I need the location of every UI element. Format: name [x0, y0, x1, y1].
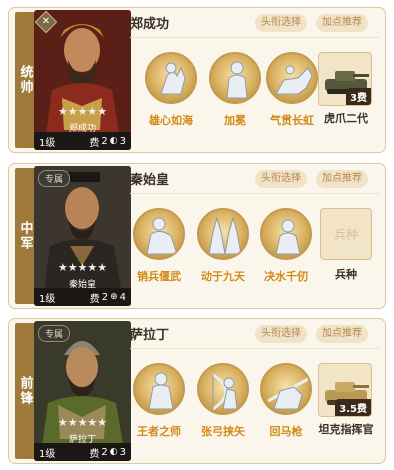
star-rating: ★★★★★	[57, 416, 108, 429]
title-select-button[interactable]: 头衔选择	[255, 170, 307, 188]
points-recommend-button[interactable]: 加点推荐	[316, 170, 368, 188]
skill-icon-3[interactable]	[266, 52, 318, 104]
troop-count: 3	[119, 446, 126, 458]
level-text: 1级	[39, 137, 56, 149]
cost-label: 费	[89, 137, 100, 149]
archer-icon	[212, 373, 238, 411]
cost-value: 2	[101, 446, 108, 458]
level-text: 1级	[39, 448, 56, 460]
exclusive-tag: 专属	[38, 325, 71, 342]
lineup-card-3: 前锋 专属 ★★★★★ 萨拉丁 1级 费 2 ◐ 3 萨拉丁 头衔选择 加点推荐…	[8, 318, 386, 464]
position-label: 中军	[15, 168, 35, 304]
portrait-footer: 1级 费 2 ◐ 3	[34, 443, 131, 461]
skill-icon-1[interactable]	[133, 363, 185, 415]
position-label: 前锋	[15, 323, 35, 459]
troop-type-label: 兵种	[335, 268, 357, 281]
portrait-footer: 1级 费 2 ◐ 3	[34, 132, 131, 150]
skill-label-2: 加冕	[224, 114, 246, 127]
hero-name: 秦始皇	[130, 173, 170, 188]
cost-label: 费	[89, 448, 100, 460]
divider	[130, 348, 379, 349]
points-recommend-button[interactable]: 加点推荐	[316, 14, 368, 32]
warrior-icon	[226, 61, 248, 99]
cost-info: 费 2 ◐ 3	[89, 134, 126, 149]
lineup-card-2: 中军 专属 ★★★★★ 秦始皇 1级 费 2 ⊕ 4 秦始皇 头衔选择 加点推荐…	[8, 163, 386, 309]
equipment-slot[interactable]: 3.5费	[318, 363, 372, 417]
troop-count: 3	[119, 135, 126, 147]
equipment-label: 虎爪二代	[324, 112, 368, 125]
cost-info: 费 2 ⊕ 4	[90, 290, 126, 305]
level-text: 1级	[39, 293, 56, 305]
equipment-slot[interactable]: 3费	[318, 52, 372, 106]
hero-name: 郑成功	[130, 17, 170, 32]
troop-icon: ⊕	[110, 292, 118, 302]
spear-rider-icon	[267, 377, 309, 410]
skill-icon-2[interactable]	[209, 52, 261, 104]
cavalry-charge-icon	[275, 65, 313, 95]
skill-label-2: 张弓挟矢	[201, 425, 245, 438]
troop-type-slot[interactable]: 兵种	[320, 208, 372, 260]
title-select-button[interactable]: 头衔选择	[255, 14, 307, 32]
star-rating: ★★★★★	[57, 105, 108, 118]
cost-value: 2	[101, 135, 108, 147]
points-recommend-button[interactable]: 加点推荐	[316, 325, 368, 343]
hero-portrait[interactable]: 专属 ★★★★★ 萨拉丁 1级 费 2 ◐ 3	[34, 321, 131, 461]
troop-icon: ◐	[109, 136, 118, 146]
divider	[130, 37, 379, 38]
troop-count: 4	[119, 291, 126, 303]
hero-name: 萨拉丁	[130, 328, 170, 343]
exclusive-tag: 专属	[38, 170, 71, 187]
skill-icon-1[interactable]	[133, 208, 185, 260]
title-select-button[interactable]: 头衔选择	[255, 325, 307, 343]
cost-value: 2	[101, 291, 109, 303]
skill-label-3: 回马枪	[269, 425, 303, 438]
warriors-raising-arms-icon	[208, 216, 242, 255]
troop-type-placeholder: 兵种	[333, 227, 358, 242]
skill-icon-3[interactable]	[260, 208, 312, 260]
skill-icon-1[interactable]	[145, 52, 197, 104]
skill-label-1: 王者之师	[137, 425, 181, 438]
hero-portrait[interactable]: ✕ ★★★★★ 郑成功 1级 费 2 ◐ 3	[34, 10, 131, 150]
equipment-fee: 3.5费	[335, 399, 371, 416]
star-rating: ★★★★★	[57, 261, 108, 274]
portrait-footer: 1级 费 2 ⊕ 4	[34, 288, 131, 306]
skill-label-1: 销兵偃武	[137, 270, 181, 283]
cost-label: 费	[89, 293, 100, 305]
scholar-icon	[146, 217, 178, 255]
equipment-label: 坦克指挥官	[318, 423, 374, 436]
hero-portrait[interactable]: 专属 ★★★★★ 秦始皇 1级 费 2 ⊕ 4	[34, 166, 131, 306]
skill-icon-2[interactable]	[197, 208, 249, 260]
horseman-icon	[160, 62, 186, 95]
commander-icon	[148, 372, 174, 410]
cost-info: 费 2 ◐ 3	[89, 445, 126, 460]
divider	[130, 193, 379, 194]
skill-label-2: 动于九天	[201, 270, 245, 283]
troop-icon: ◐	[109, 447, 118, 457]
skill-icon-2[interactable]	[197, 363, 249, 415]
position-label: 统帅	[15, 12, 35, 148]
lineup-card-1: 统帅 ✕ ★★★★★ 郑成功 1级 费 2 ◐ 3 郑成功 头衔选择 加点推荐 …	[8, 7, 386, 153]
kneeling-soldier-icon	[275, 219, 301, 255]
skill-label-3: 决水千仞	[264, 270, 308, 283]
equipment-fee: 3费	[346, 88, 371, 105]
skill-icon-3[interactable]	[260, 363, 312, 415]
skill-label-1: 雄心如海	[149, 114, 193, 127]
